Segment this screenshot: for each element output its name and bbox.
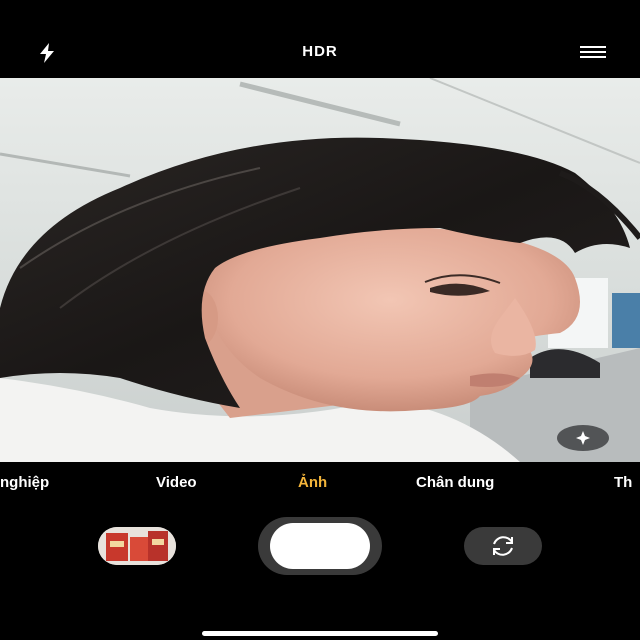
top-bar: HDR [0,0,640,78]
menu-button[interactable] [580,46,606,60]
menu-line [580,56,606,58]
camera-switch-button[interactable] [464,527,542,565]
mode-photo[interactable]: Ảnh [298,474,327,491]
camera-controls [0,505,640,585]
hdr-toggle[interactable]: HDR [0,43,640,60]
menu-line [580,46,606,48]
menu-line [580,51,606,53]
home-indicator[interactable] [202,631,438,636]
camera-preview [0,78,640,462]
thumbnail-image [98,527,176,565]
gallery-thumbnail[interactable] [98,527,176,565]
mode-next[interactable]: Th [614,474,632,491]
mode-video[interactable]: Video [156,474,197,491]
camera-switch-icon [493,536,513,556]
shutter-button[interactable] [258,517,382,575]
camera-viewfinder[interactable] [0,78,640,462]
mode-professional[interactable]: nghiệp [0,474,49,491]
effects-button[interactable] [557,425,609,451]
mode-portrait[interactable]: Chân dung [416,474,494,491]
mode-selector[interactable]: nghiệp Video Ảnh Chân dung Th [0,470,640,498]
shutter-inner [270,523,370,569]
